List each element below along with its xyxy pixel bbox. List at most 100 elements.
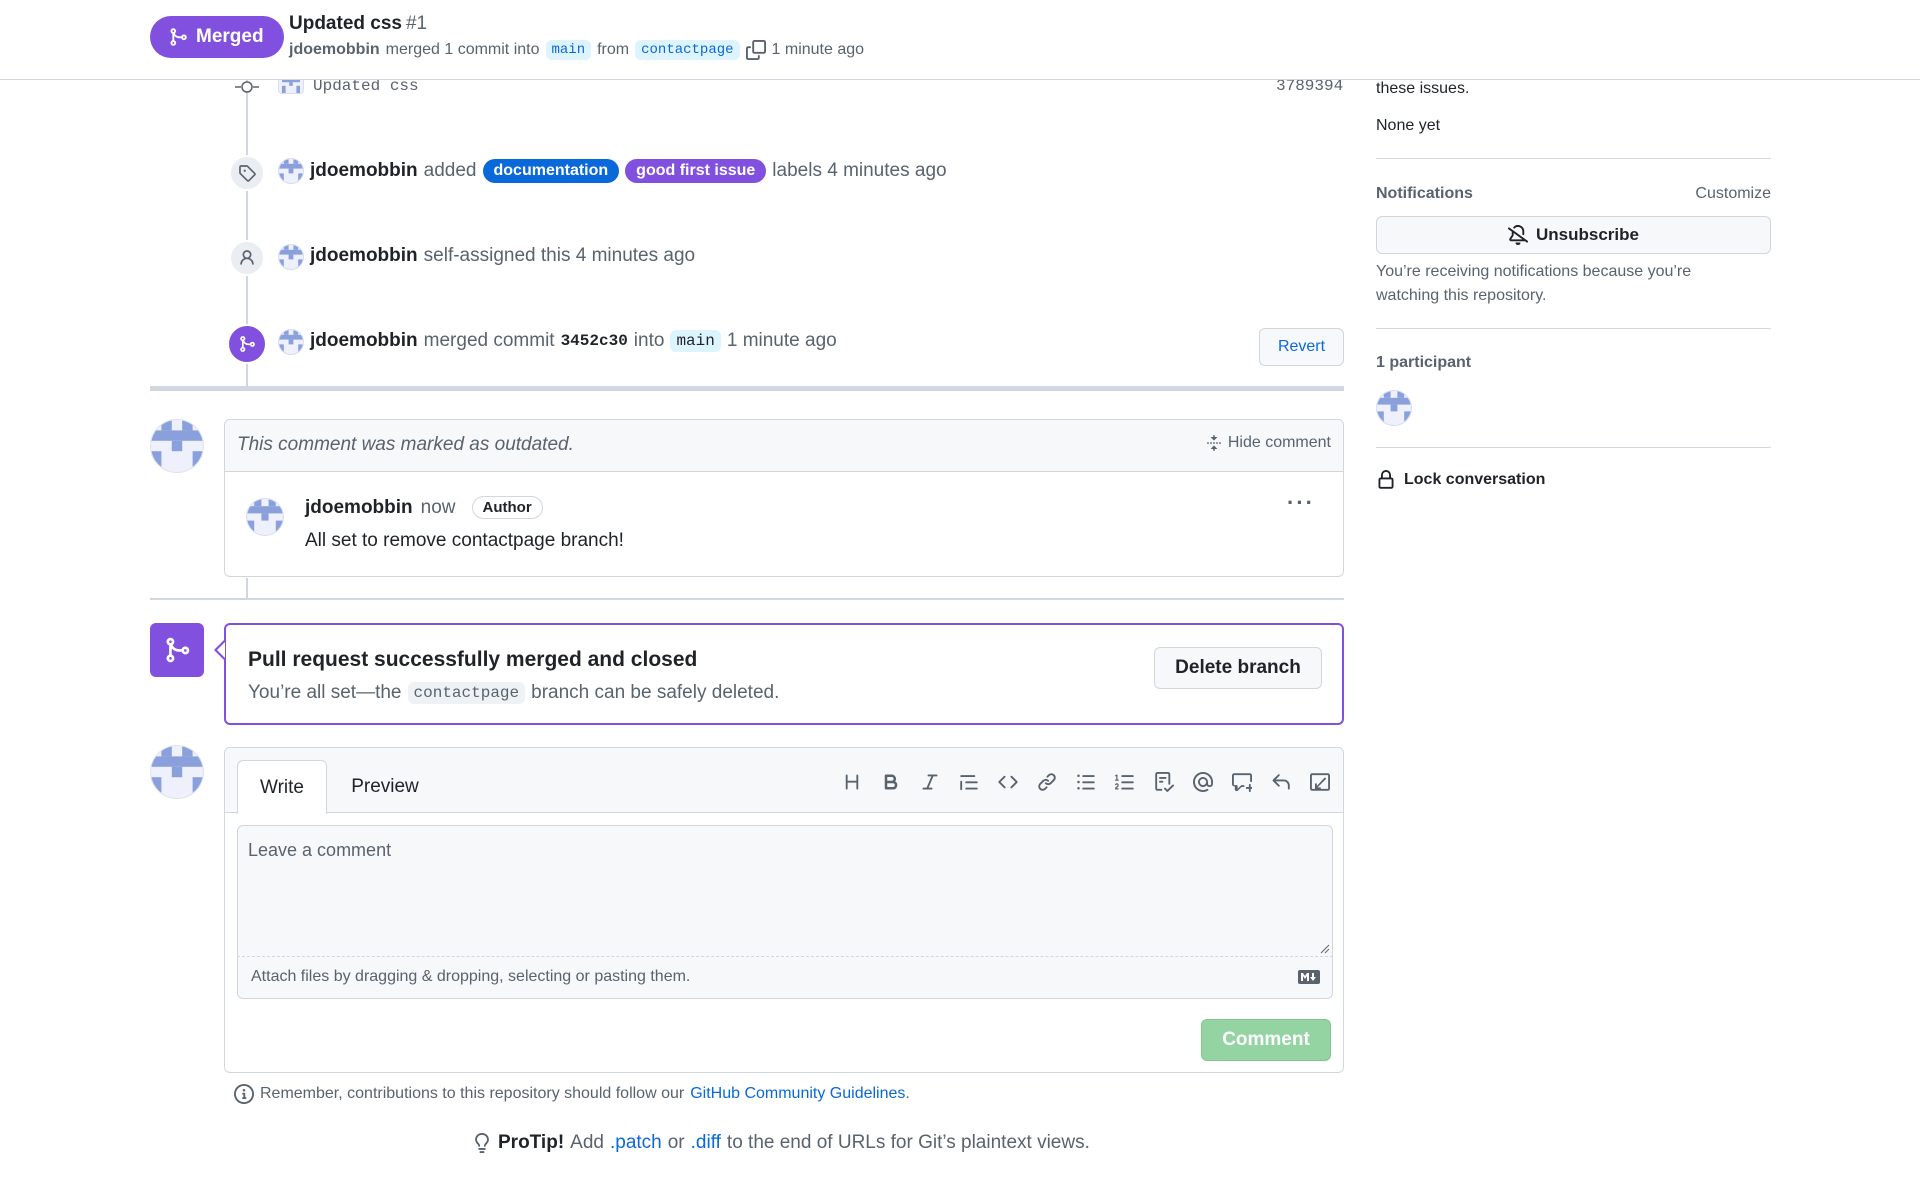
attach-files-text[interactable]: Attach files by dragging & dropping, sel…	[251, 968, 690, 986]
avatar[interactable]	[278, 158, 304, 184]
label-documentation[interactable]: documentation	[482, 159, 620, 183]
mention-icon[interactable]	[1189, 768, 1216, 795]
hide-comment-label[interactable]: Hide comment	[1228, 434, 1331, 452]
comment-menu-button[interactable]: ···	[1287, 490, 1315, 516]
tab-write[interactable]: Write	[237, 760, 327, 814]
pr-number: #1	[405, 13, 428, 34]
merged-state-icon	[150, 623, 204, 677]
undo-icon[interactable]	[1267, 768, 1294, 795]
timeline-divider	[150, 386, 1344, 391]
participant-avatar[interactable]	[1376, 390, 1412, 426]
pr-title[interactable]: Updated css #1	[289, 13, 427, 35]
pr-merged-time[interactable]: 1 minute ago	[772, 41, 865, 59]
heading-icon[interactable]	[838, 768, 865, 795]
base-branch-chip[interactable]: main	[545, 40, 592, 60]
merged-box-description: You’re all set—the contactpage branch ca…	[248, 682, 779, 704]
numbered-list-icon[interactable]	[1111, 768, 1138, 795]
bell-slash-icon	[1508, 225, 1528, 245]
merged-box-suffix: branch can be safely deleted.	[531, 682, 780, 703]
avatar[interactable]	[278, 329, 304, 355]
issues-tail-text: these issues.	[1376, 80, 1470, 97]
protip-note: ProTip! Add .patch or .diff to the end o…	[472, 1132, 1090, 1154]
merged-box-prefix: You’re all set—the	[248, 682, 402, 703]
fold-icon	[1206, 435, 1221, 451]
timeline-line	[246, 578, 248, 598]
customize-link[interactable]: Customize	[1695, 185, 1771, 203]
event-suffix: labels 4 minutes ago	[772, 160, 947, 181]
assign-event-text: jdoemobbin self-assigned this 4 minutes …	[310, 245, 695, 267]
protip-label: ProTip!	[498, 1132, 565, 1153]
guidelines-suffix: .	[905, 1085, 910, 1102]
fullscreen-icon[interactable]	[1306, 768, 1333, 795]
bullet-list-icon[interactable]	[1072, 768, 1099, 795]
copy-icon[interactable]	[745, 40, 766, 60]
event-action: merged commit	[423, 330, 555, 351]
revert-button[interactable]: Revert	[1259, 328, 1344, 366]
unsubscribe-label[interactable]: Unsubscribe	[1536, 225, 1639, 245]
attach-files-bar[interactable]: Attach files by dragging & dropping, sel…	[237, 957, 1333, 999]
merge-commit-sha[interactable]: 3452c30	[561, 332, 628, 350]
timeline-divider	[150, 598, 1344, 600]
sidebar-divider	[1376, 158, 1771, 159]
avatar[interactable]	[150, 745, 204, 799]
event-user-link[interactable]: jdoemobbin	[310, 245, 418, 267]
label-event-text: jdoemobbin added documentation good firs…	[310, 159, 947, 183]
lock-conversation-button[interactable]: Lock conversation	[1376, 470, 1545, 490]
protip-or: or	[667, 1132, 685, 1153]
markdown-icon	[1298, 970, 1320, 984]
diff-link[interactable]: .diff	[691, 1132, 721, 1154]
tab-preview[interactable]: Preview	[335, 760, 435, 814]
merge-icon	[240, 336, 255, 352]
quote-icon[interactable]	[955, 768, 982, 795]
event-action: self-assigned this 4 minutes ago	[423, 245, 696, 266]
avatar[interactable]	[278, 244, 304, 270]
head-branch-chip[interactable]: contactpage	[635, 40, 740, 60]
bold-icon[interactable]	[877, 768, 904, 795]
merge-icon	[170, 28, 187, 46]
code-icon[interactable]	[994, 768, 1021, 795]
tag-icon	[239, 165, 256, 182]
label-event-badge	[229, 155, 265, 191]
identicon-icon	[151, 746, 203, 798]
lock-conversation-label[interactable]: Lock conversation	[1404, 471, 1545, 489]
merge-target-branch[interactable]: main	[670, 330, 721, 352]
sidebar-divider	[1376, 447, 1771, 448]
author-badge: Author	[471, 496, 543, 519]
event-user-link[interactable]: jdoemobbin	[310, 330, 418, 352]
delete-branch-button[interactable]: Delete branch	[1154, 647, 1322, 689]
avatar[interactable]	[150, 419, 204, 473]
pr-author-link[interactable]: jdoemobbin	[289, 41, 380, 59]
identicon-icon	[1377, 391, 1411, 425]
pr-title-text[interactable]: Updated css	[289, 13, 402, 34]
editor-header: Write Preview	[225, 748, 1343, 814]
unsubscribe-button[interactable]: Unsubscribe	[1376, 216, 1771, 254]
assign-event-badge	[229, 240, 265, 276]
merged-box-title: Pull request successfully merged and clo…	[248, 648, 698, 671]
comment-placeholder[interactable]: Leave a comment	[248, 840, 391, 861]
comment-textarea[interactable]: Leave a comment	[237, 825, 1333, 957]
community-guidelines-note: Remember, contributions to this reposito…	[234, 1084, 910, 1104]
avatar[interactable]	[246, 498, 284, 536]
comment-author[interactable]: jdoemobbin	[305, 497, 413, 519]
event-user-link[interactable]: jdoemobbin	[310, 160, 418, 182]
sidebar-divider	[1376, 328, 1771, 329]
event-time[interactable]: 1 minute ago	[727, 330, 837, 352]
notifications-heading: Notifications	[1376, 185, 1473, 202]
pr-merged-text: merged 1 commit into	[385, 41, 540, 58]
task-list-icon[interactable]	[1150, 768, 1177, 795]
patch-link[interactable]: .patch	[610, 1132, 662, 1154]
identicon-icon	[151, 420, 203, 472]
guidelines-link[interactable]: GitHub Community Guidelines	[690, 1085, 905, 1102]
link-icon[interactable]	[1033, 768, 1060, 795]
hide-comment-button[interactable]: Hide comment	[1206, 434, 1331, 452]
resize-handle-icon[interactable]	[1320, 944, 1330, 954]
comment-submit-button[interactable]: Comment	[1201, 1019, 1331, 1061]
italic-icon[interactable]	[916, 768, 943, 795]
reference-icon[interactable]	[1228, 768, 1255, 795]
protip-add: Add	[570, 1132, 604, 1153]
markdown-toolbar	[838, 768, 1333, 795]
kebab-icon[interactable]: ···	[1287, 490, 1315, 515]
pr-from-text: from	[597, 41, 630, 58]
comment-time[interactable]: now	[421, 497, 456, 519]
label-good-first-issue[interactable]: good first issue	[625, 159, 767, 183]
